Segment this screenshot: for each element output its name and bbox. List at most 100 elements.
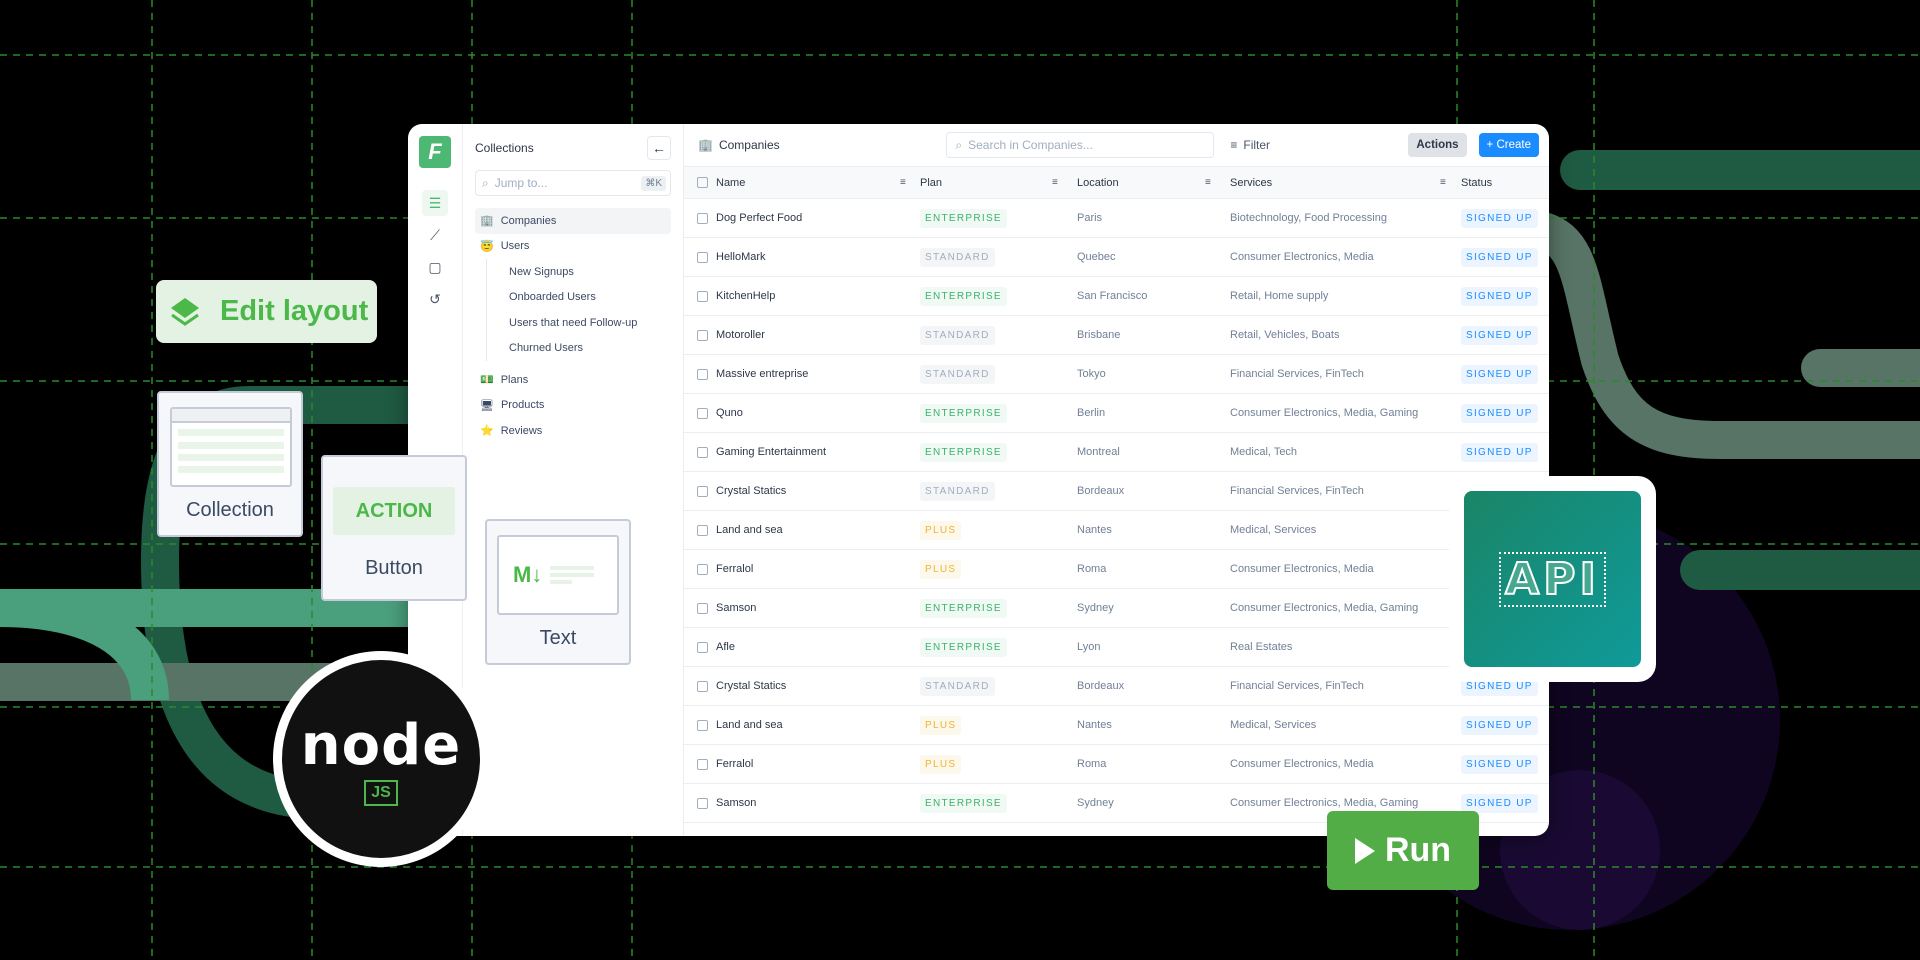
row-checkbox[interactable]: [697, 329, 708, 341]
table-row[interactable]: Ferralol PLUS Roma Consumer Electronics,…: [684, 550, 1549, 589]
sidebar-item-companies[interactable]: 🏢 Companies: [475, 208, 671, 234]
sidebar-view-follow-up[interactable]: Users that need Follow-up: [499, 310, 671, 336]
services: Financial Services, FinTech: [1230, 368, 1364, 380]
services: Consumer Electronics, Media: [1230, 563, 1374, 575]
filter-icon[interactable]: ≡: [1440, 177, 1446, 188]
api-widget[interactable]: API: [1449, 476, 1656, 682]
column-name[interactable]: Name: [716, 177, 745, 189]
table-row[interactable]: HelloMark STANDARD Quebec Consumer Elect…: [684, 238, 1549, 277]
nodejs-logo: node JS: [273, 651, 489, 867]
table-row[interactable]: Massive entreprise STANDARD Tokyo Financ…: [684, 355, 1549, 394]
table-row[interactable]: Dog Perfect Food ENTERPRISE Paris Biotec…: [684, 199, 1549, 238]
table-row[interactable]: KitchenHelp ENTERPRISE San Francisco Ret…: [684, 277, 1549, 316]
collections-list-icon[interactable]: ☰: [422, 190, 448, 216]
company-name: Massive entreprise: [716, 368, 809, 380]
create-label: Create: [1496, 139, 1531, 151]
location: Nantes: [1077, 719, 1112, 731]
company-name: Samson: [716, 602, 757, 614]
sidebar-item-products[interactable]: 🖥 Products: [475, 393, 671, 419]
plan-badge: STANDARD: [920, 364, 995, 384]
services: Consumer Electronics, Media, Gaming: [1230, 407, 1419, 419]
sidebar-view-onboarded-users[interactable]: Onboarded Users: [499, 285, 671, 311]
history-icon[interactable]: ↺: [422, 286, 448, 312]
table-row[interactable]: Motoroller STANDARD Brisbane Retail, Veh…: [684, 316, 1549, 355]
search-input[interactable]: ⌕ Search in Companies...: [946, 132, 1215, 158]
plan-badge: ENTERPRISE: [920, 286, 1007, 306]
status-badge: SIGNED UP: [1461, 715, 1538, 735]
row-checkbox[interactable]: [697, 368, 708, 380]
row-checkbox[interactable]: [697, 290, 708, 302]
search-icon: ⌕: [955, 137, 963, 152]
table-body: Dog Perfect Food ENTERPRISE Paris Biotec…: [684, 199, 1549, 823]
company-name: Crystal Statics: [716, 680, 787, 692]
row-checkbox[interactable]: [697, 680, 708, 692]
analytics-chart-icon[interactable]: ⟋: [422, 222, 448, 248]
services: Financial Services, FinTech: [1230, 485, 1364, 497]
row-checkbox[interactable]: [697, 563, 708, 575]
table-row[interactable]: Crystal Statics STANDARD Bordeaux Financ…: [684, 472, 1549, 511]
column-plan[interactable]: Plan: [920, 177, 942, 189]
filter-icon[interactable]: ≡: [900, 177, 906, 188]
table-row[interactable]: Samson ENTERPRISE Sydney Consumer Electr…: [684, 589, 1549, 628]
row-checkbox[interactable]: [697, 797, 708, 809]
select-all-checkbox[interactable]: [697, 177, 708, 188]
button-widget[interactable]: ACTION Button: [321, 455, 467, 601]
jump-placeholder: Jump to...: [494, 176, 548, 190]
location: Roma: [1077, 758, 1107, 770]
sidebar-view-churned-users[interactable]: Churned Users: [499, 336, 671, 362]
row-checkbox[interactable]: [697, 524, 708, 536]
table-row[interactable]: Quno ENTERPRISE Berlin Consumer Electron…: [684, 394, 1549, 433]
table-row[interactable]: Gaming Entertainment ENTERPRISE Montreal…: [684, 433, 1549, 472]
table-row[interactable]: Crystal Statics STANDARD Bordeaux Financ…: [684, 667, 1549, 706]
table-row[interactable]: Land and sea PLUS Nantes Medical, Servic…: [684, 706, 1549, 745]
company-name: Dog Perfect Food: [716, 212, 803, 224]
column-status[interactable]: Status: [1461, 177, 1492, 189]
row-checkbox[interactable]: [697, 485, 708, 497]
api-label: API: [1499, 551, 1606, 607]
company-name: Land and sea: [716, 524, 783, 536]
action-preview: ACTION: [333, 487, 455, 535]
sidebar-view-new-signups[interactable]: New Signups: [499, 259, 671, 285]
location: Paris: [1077, 212, 1103, 224]
run-button[interactable]: Run: [1327, 811, 1479, 890]
company-name: Quno: [716, 407, 743, 419]
row-checkbox[interactable]: [697, 407, 708, 419]
filter-button[interactable]: ≡ Filter: [1230, 138, 1402, 152]
column-location[interactable]: Location: [1077, 177, 1119, 189]
table-row[interactable]: Land and sea PLUS Nantes Medical, Servic…: [684, 511, 1549, 550]
app-logo[interactable]: F: [419, 136, 451, 168]
company-name: Motoroller: [716, 329, 765, 341]
comments-icon[interactable]: ▢: [422, 254, 448, 280]
services: Consumer Electronics, Media: [1230, 758, 1374, 770]
services: Retail, Vehicles, Boats: [1230, 329, 1340, 341]
sidebar-item-users[interactable]: 😇 Users: [475, 234, 671, 260]
filter-icon[interactable]: ≡: [1052, 177, 1058, 188]
sidebar-item-reviews[interactable]: ⭐ Reviews: [475, 418, 671, 444]
create-button[interactable]: + Create: [1478, 133, 1539, 157]
collapse-sidebar-button[interactable]: ←: [647, 136, 671, 160]
company-name: Samson: [716, 797, 757, 809]
services: Consumer Electronics, Media, Gaming: [1230, 602, 1419, 614]
sidebar-item-plans[interactable]: 💵 Plans: [475, 367, 671, 393]
row-checkbox[interactable]: [697, 719, 708, 731]
filter-icon[interactable]: ≡: [1205, 177, 1211, 188]
text-widget[interactable]: M↓ Text: [485, 519, 631, 665]
row-checkbox[interactable]: [697, 758, 708, 770]
table-row[interactable]: Afle ENTERPRISE Lyon Real Estates SIGNED…: [684, 628, 1549, 667]
jump-to-input[interactable]: ⌕ Jump to... ⌘K: [475, 170, 671, 196]
row-checkbox[interactable]: [697, 602, 708, 614]
row-checkbox[interactable]: [697, 212, 708, 224]
row-checkbox[interactable]: [697, 446, 708, 458]
actions-button[interactable]: Actions: [1408, 133, 1467, 157]
edit-layout-button[interactable]: Edit layout: [156, 280, 377, 343]
company-name: Land and sea: [716, 719, 783, 731]
location: Roma: [1077, 563, 1107, 575]
column-services[interactable]: Services: [1230, 177, 1272, 189]
plan-badge: STANDARD: [920, 676, 995, 696]
row-checkbox[interactable]: [697, 641, 708, 653]
markdown-glyph: M↓: [513, 562, 543, 587]
collection-widget[interactable]: Collection: [157, 391, 303, 537]
row-checkbox[interactable]: [697, 251, 708, 263]
plan-badge: ENTERPRISE: [920, 793, 1007, 813]
table-row[interactable]: Ferralol PLUS Roma Consumer Electronics,…: [684, 745, 1549, 784]
